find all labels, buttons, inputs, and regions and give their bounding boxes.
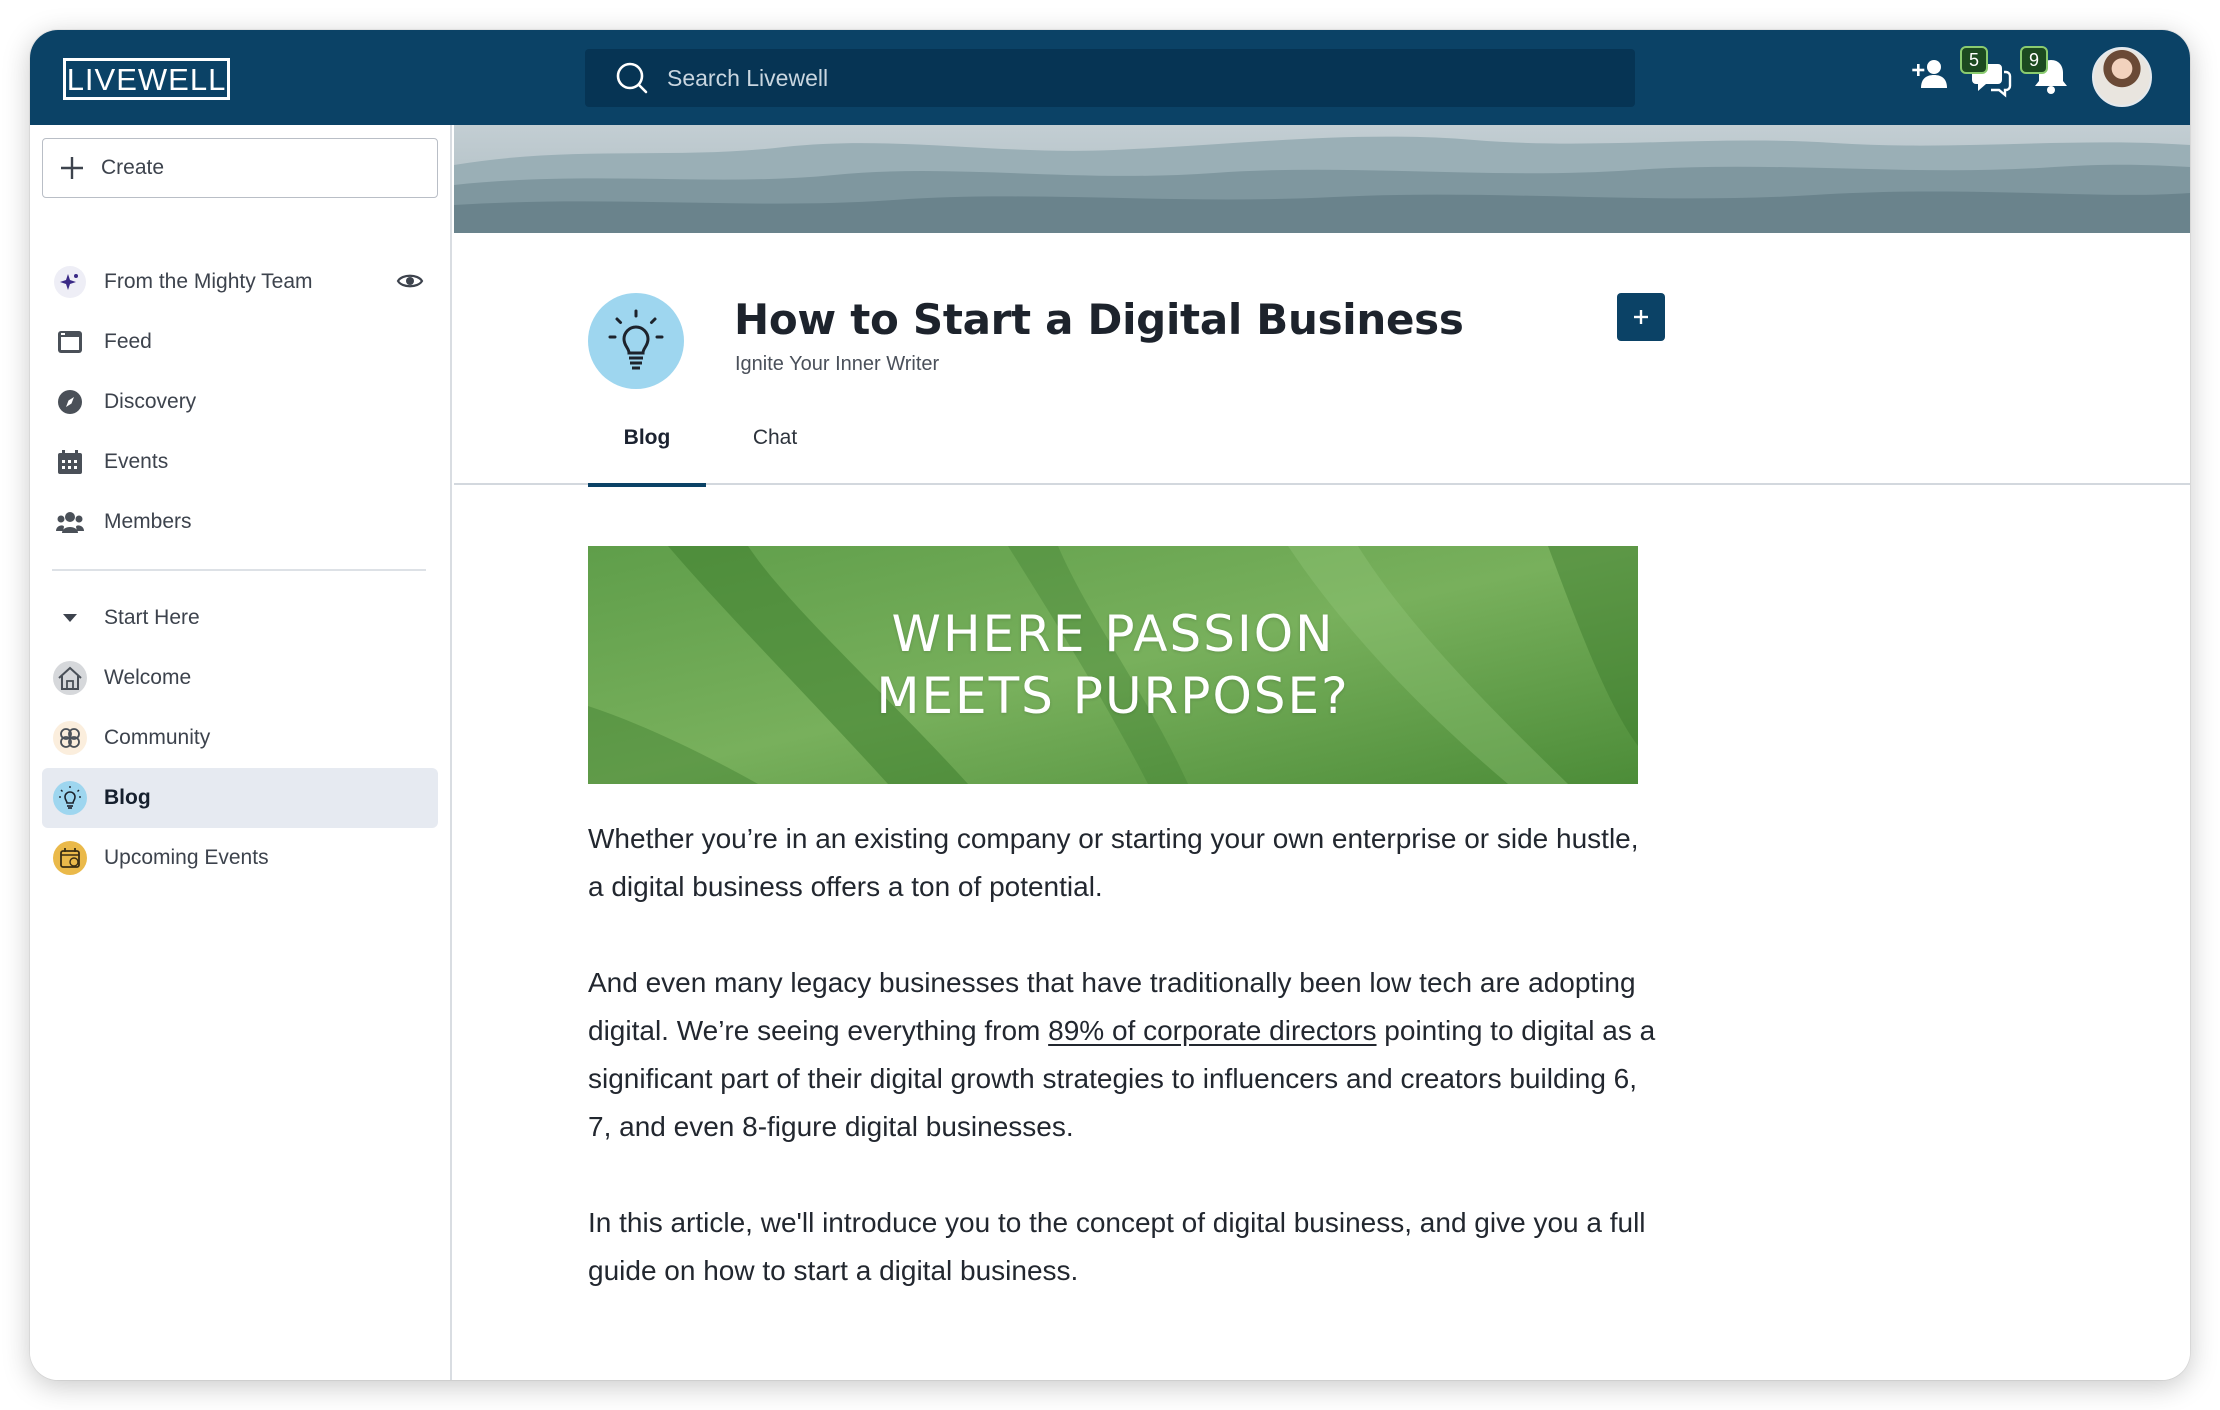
top-bar: LIVEWELL 5 9 [30,30,2190,125]
corporate-directors-link[interactable]: 89% of corporate directors [1048,1015,1376,1046]
sidebar-item-label: Upcoming Events [104,846,269,869]
page-title: How to Start a Digital Business [734,295,1464,344]
search-bar[interactable] [585,49,1635,107]
article-paragraph-2: And even many legacy businesses that hav… [588,959,1658,1151]
sidebar-item-events[interactable]: Events [42,432,438,492]
house-icon [52,660,88,696]
sidebar-item-feed[interactable]: Feed [42,312,438,372]
chat-count-badge: 5 [1960,46,1988,74]
hero-image: WHERE PASSION MEETS PURPOSE? [588,546,1638,784]
sidebar: Create From the Mighty Team Feed Discove… [30,125,452,1380]
search-icon [616,62,648,94]
sidebar-divider [52,569,426,571]
tab-blog[interactable]: Blog [588,390,706,487]
sidebar-item-welcome[interactable]: Welcome [42,648,438,708]
user-avatar[interactable] [2092,47,2152,107]
add-post-button[interactable] [1617,293,1665,341]
sidebar-item-members[interactable]: Members [42,492,438,552]
tab-chat[interactable]: Chat [716,390,834,485]
plus-icon [1634,310,1648,324]
add-user-icon[interactable] [1910,52,1956,98]
article-body: Whether you’re in an existing company or… [588,815,1658,1343]
page-subtitle: Ignite Your Inner Writer [735,353,940,375]
main-content: How to Start a Digital Business Ignite Y… [454,125,2190,1380]
sidebar-item-mighty-team[interactable]: From the Mighty Team [42,252,438,312]
lightbulb-icon [52,780,88,816]
sidebar-item-label: Blog [104,786,151,809]
flower-icon [52,720,88,756]
search-input[interactable] [667,64,1567,92]
create-label: Create [101,156,165,179]
space-lightbulb-icon [588,293,684,389]
sidebar-item-discovery[interactable]: Discovery [42,372,438,432]
sidebar-item-blog[interactable]: Blog [42,768,438,828]
caret-down-icon [52,600,88,636]
tab-bar: Blog Chat [454,390,2190,487]
sidebar-item-label: Members [104,510,192,533]
feed-icon [52,324,88,360]
section-toggle-start-here[interactable]: Start Here [42,588,438,648]
hero-line-1: WHERE PASSION [891,605,1335,663]
sidebar-item-label: Welcome [104,666,192,689]
sidebar-item-upcoming-events[interactable]: Upcoming Events [42,828,438,888]
sidebar-item-community[interactable]: Community [42,708,438,768]
app-window: LIVEWELL 5 9 [30,30,2190,1380]
article-paragraph-1: Whether you’re in an existing company or… [588,823,1639,902]
notifications-button[interactable]: 9 [2020,46,2074,98]
compass-icon [52,384,88,420]
plus-icon [61,157,83,179]
sidebar-item-label: Discovery [104,390,197,413]
sidebar-item-label: Feed [104,330,152,353]
sidebar-item-label: From the Mighty Team [104,270,313,293]
sidebar-item-label: Community [104,726,211,749]
sidebar-item-label: Events [104,450,169,473]
mountain-banner [454,125,2190,233]
calendar-icon [52,444,88,480]
calendar-check-icon [52,840,88,876]
article-paragraph-3: In this article, we'll introduce you to … [588,1207,1646,1286]
hero-headline: WHERE PASSION MEETS PURPOSE? [588,546,1638,784]
hero-line-2: MEETS PURPOSE? [876,667,1350,725]
sparkle-icon [52,264,88,300]
members-icon [52,504,88,540]
notification-count-badge: 9 [2020,46,2048,74]
livewell-logo[interactable]: LIVEWELL [63,58,230,100]
eye-icon[interactable] [396,269,424,293]
create-button[interactable]: Create [42,138,438,198]
section-label: Start Here [104,606,200,629]
chat-button[interactable]: 5 [1960,46,2014,98]
